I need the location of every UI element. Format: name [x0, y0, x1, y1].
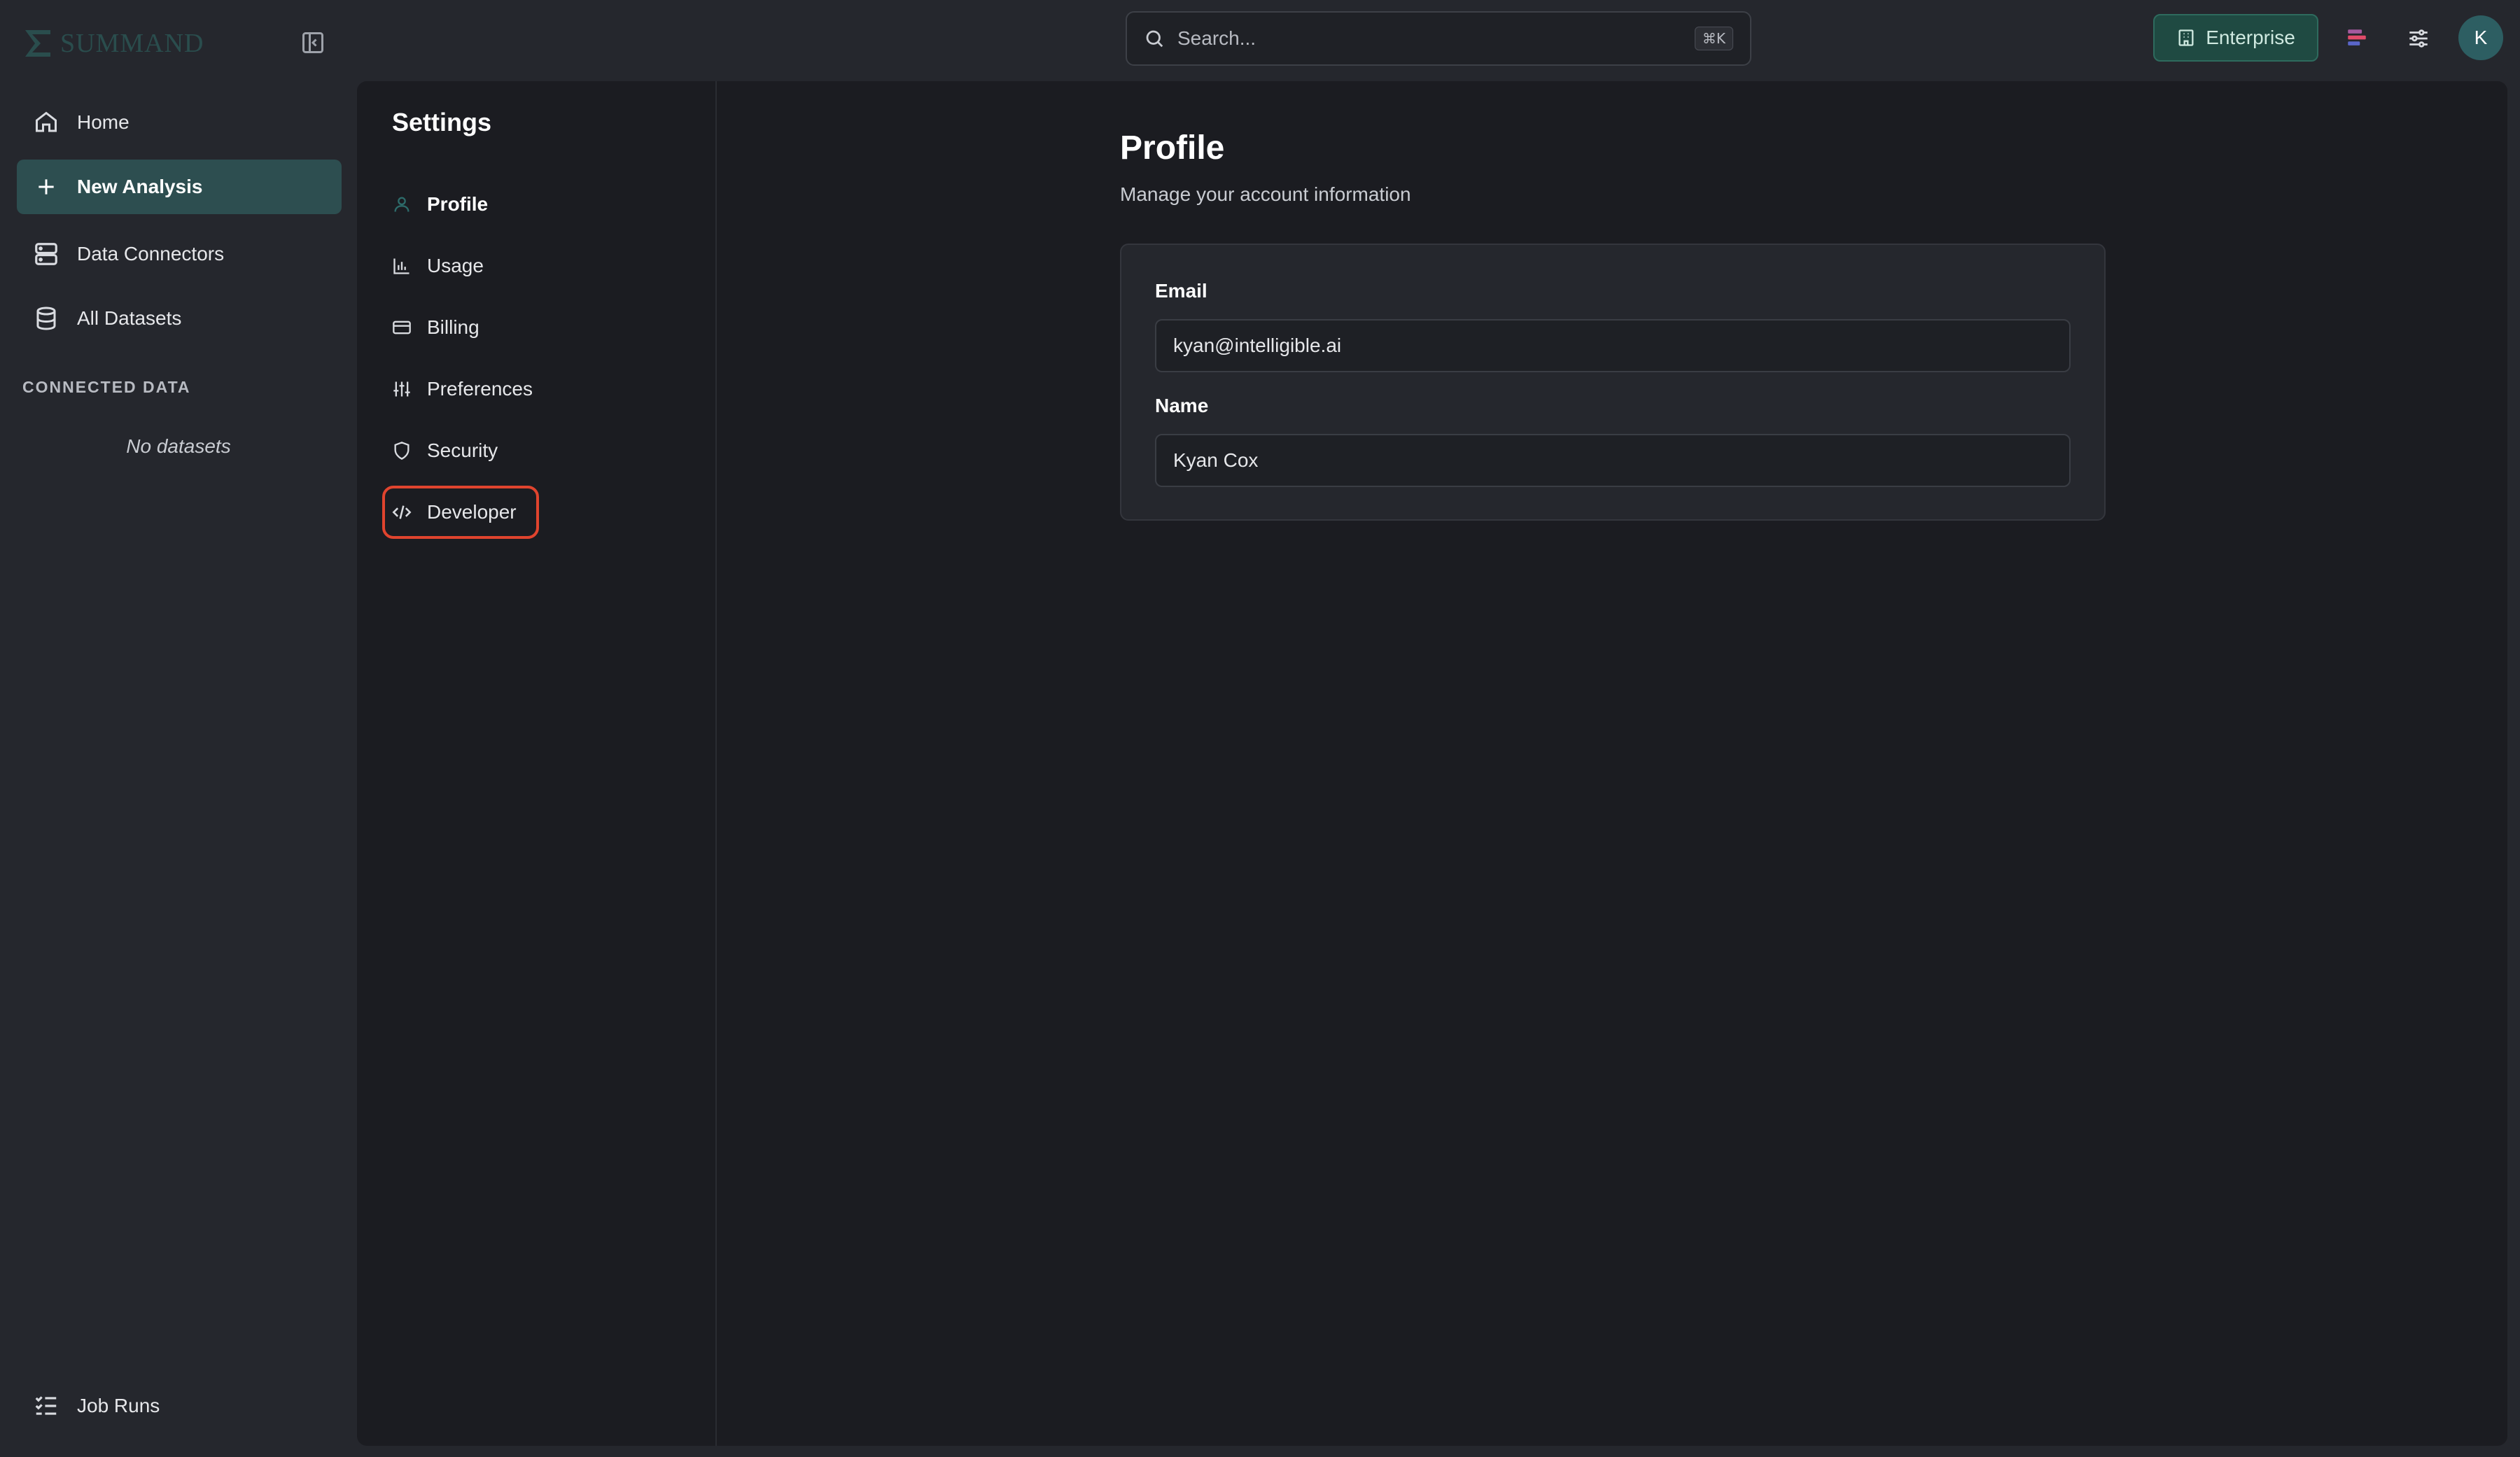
settings-item-billing[interactable]: Billing — [389, 307, 479, 349]
search-shortcut-badge: ⌘K — [1694, 27, 1733, 50]
brand-name: SUMMAND — [60, 29, 204, 58]
connected-data-heading: CONNECTED DATA — [22, 378, 191, 396]
sidebar-item-all-datasets[interactable]: All Datasets — [17, 291, 342, 346]
settings-item-label: Profile — [427, 193, 489, 215]
stack-layers-icon — [2348, 29, 2366, 45]
settings-title: Settings — [392, 108, 492, 136]
bar-chart-icon — [389, 253, 414, 279]
settings-sliders-button[interactable] — [2401, 21, 2436, 56]
settings-item-label: Billing — [427, 316, 479, 338]
settings-divider — [715, 81, 717, 1446]
shield-icon — [389, 438, 414, 463]
list-checks-icon — [32, 1392, 60, 1420]
sidebar-item-data-connectors[interactable]: Data Connectors — [17, 227, 342, 281]
email-field[interactable]: kyan@intelligible.ai — [1155, 319, 2071, 372]
settings-item-label: Usage — [427, 255, 484, 276]
summand-logo-icon — [25, 30, 50, 57]
enterprise-button[interactable]: Enterprise — [2153, 14, 2318, 62]
sidebar-item-label: Job Runs — [77, 1395, 160, 1416]
sliders-icon — [389, 376, 414, 402]
settings-item-label: Preferences — [427, 378, 533, 400]
sidebar-item-new-analysis[interactable]: New Analysis — [17, 160, 342, 214]
developer-highlight-ring — [382, 486, 539, 539]
user-icon — [389, 192, 414, 217]
settings-item-label: Security — [427, 439, 498, 461]
enterprise-label: Enterprise — [2206, 27, 2295, 48]
search-bar[interactable]: Search... ⌘K — [1126, 11, 1751, 66]
page-subtitle: Manage your account information — [1120, 183, 1411, 205]
settings-item-security[interactable]: Security — [389, 430, 498, 472]
name-label: Name — [1155, 395, 1209, 416]
email-label: Email — [1155, 280, 1208, 302]
sidebar-collapse-button[interactable] — [297, 27, 329, 59]
sidebar-item-job-runs[interactable]: Job Runs — [17, 1379, 342, 1433]
credit-card-icon — [389, 315, 414, 340]
server-icon — [32, 240, 60, 268]
home-icon — [32, 108, 60, 136]
page-title: Profile — [1120, 129, 1225, 167]
sidebar-item-label: All Datasets — [77, 307, 182, 329]
sidebar-item-label: Data Connectors — [77, 243, 225, 265]
sliders-horizontal-icon — [2409, 29, 2428, 48]
building-icon — [2178, 29, 2194, 46]
settings-item-preferences[interactable]: Preferences — [389, 368, 533, 410]
sidebar-item-home[interactable]: Home — [17, 95, 342, 150]
user-avatar[interactable]: K — [2458, 15, 2503, 60]
plus-icon — [32, 173, 60, 201]
empty-datasets-text: No datasets — [126, 435, 231, 457]
database-icon — [32, 304, 60, 332]
sidebar-item-label: New Analysis — [77, 176, 203, 197]
settings-item-usage[interactable]: Usage — [389, 245, 484, 287]
brand-logo[interactable]: SUMMAND — [22, 24, 204, 63]
profile-card: Email kyan@intelligible.ai Name Kyan Cox — [1120, 244, 2106, 521]
search-placeholder: Search... — [1177, 27, 1256, 49]
stack-app-button[interactable] — [2339, 21, 2374, 56]
settings-item-profile[interactable]: Profile — [389, 183, 488, 225]
sidebar-item-label: Home — [77, 111, 130, 133]
search-icon — [1144, 28, 1165, 49]
panel-left-icon — [302, 32, 323, 53]
name-field[interactable]: Kyan Cox — [1155, 434, 2071, 487]
